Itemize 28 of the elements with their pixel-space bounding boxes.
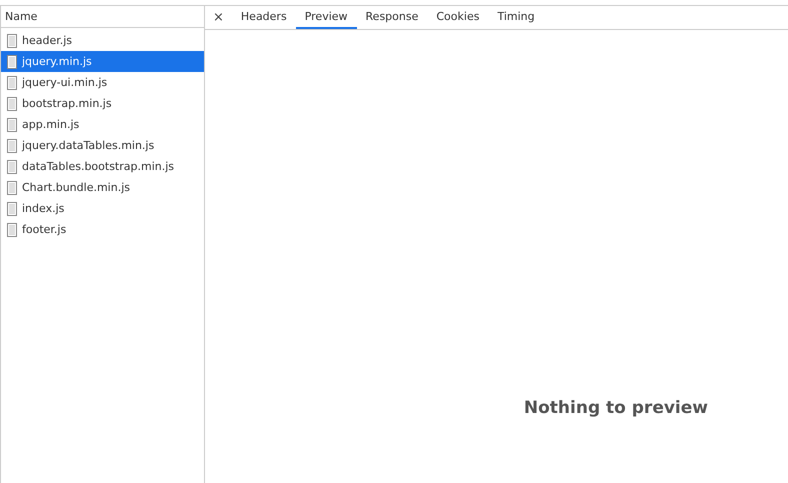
- file-row[interactable]: jquery.min.js: [1, 51, 204, 72]
- file-row[interactable]: jquery-ui.min.js: [1, 72, 204, 93]
- file-row[interactable]: bootstrap.min.js: [1, 93, 204, 114]
- tab[interactable]: Timing: [488, 6, 544, 29]
- tab[interactable]: Preview: [296, 6, 357, 29]
- document-icon: [7, 96, 17, 110]
- tab[interactable]: Cookies: [427, 6, 488, 29]
- document-icon: [7, 34, 17, 48]
- column-header: Name: [5, 10, 38, 23]
- document-icon: [7, 222, 17, 236]
- empty-message: Nothing to preview: [524, 398, 708, 418]
- file-row[interactable]: index.js: [1, 198, 204, 219]
- document-icon: [7, 160, 17, 174]
- file-row[interactable]: header.js: [1, 30, 204, 51]
- tab[interactable]: Response: [356, 6, 428, 29]
- close-button[interactable]: ×: [213, 6, 232, 29]
- document-icon: [7, 202, 17, 216]
- document-icon: [7, 54, 17, 68]
- file-row[interactable]: jquery.dataTables.min.js: [1, 135, 204, 156]
- document-icon: [7, 180, 17, 194]
- document-icon: [7, 138, 17, 152]
- document-icon: [7, 76, 17, 90]
- file-row[interactable]: Chart.bundle.min.js: [1, 177, 204, 198]
- file-row[interactable]: dataTables.bootstrap.min.js: [1, 156, 204, 177]
- tab[interactable]: Headers: [232, 6, 296, 29]
- file-row[interactable]: app.min.js: [1, 114, 204, 135]
- file-row[interactable]: footer.js: [1, 219, 204, 240]
- document-icon: [7, 118, 17, 132]
